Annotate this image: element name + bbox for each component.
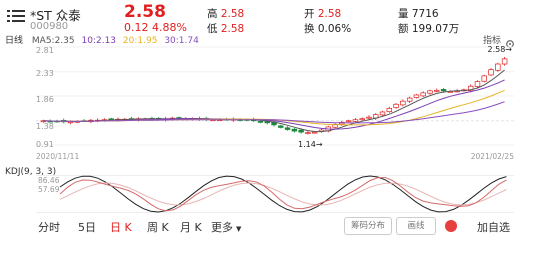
date-start: 2020/11/11 [36,152,79,161]
open-value: 2.58 [317,8,342,20]
tab-monthly-k[interactable]: 月 K [180,219,202,235]
candle-body [474,81,481,87]
y-tick-233: 2.33 [36,69,54,78]
tab-weekly-k[interactable]: 周 K [147,219,169,235]
candle-body [434,89,440,92]
tab-intraday[interactable]: 分时 [38,219,60,235]
chip-distribution-button[interactable]: 筹码分布 [344,217,392,235]
candle-body [345,120,352,123]
candle-body [440,89,447,92]
high-label: 高 [207,8,218,20]
candle-body [67,121,74,124]
turnover-value: 0.06% [317,23,352,35]
candle-body [488,69,494,76]
amount-value: 199.07万 [411,23,460,35]
candle-body [406,97,413,102]
candle-body [278,125,284,128]
candle-body [311,131,318,134]
candle-body [393,103,399,108]
current-price: 2.58 [124,2,166,22]
y-tick-091: 0.91 [36,140,54,149]
kdj-tick-mid: 57.69 [38,185,60,194]
candle-body [386,108,393,113]
tab-daily-k[interactable]: 日 K [110,219,132,235]
kdj-j-line [59,177,507,212]
draw-line-button[interactable]: 画线 [396,217,436,235]
candle-body [359,118,365,121]
amount-label: 额 [398,23,409,35]
candle-body [305,132,311,134]
candle-body [495,63,501,71]
open-label: 开 [304,8,315,20]
candle-body [413,94,420,98]
turnover-label: 换 [304,23,315,35]
tab-more-label: 更多 [211,221,233,234]
candle-body [257,121,264,123]
candle-body [352,119,359,122]
min-marker: 1.14→ [298,140,323,149]
candle-body [427,90,433,94]
y-tick-281: 2.81 [36,46,54,55]
list-icon[interactable] [7,8,25,22]
candle-body [481,75,487,82]
candle-body [400,100,406,106]
candle-body [291,128,298,132]
caret-down-icon: ▼ [236,225,242,233]
candle-body [379,111,386,116]
candle-body [420,92,426,97]
candle-body [284,127,291,130]
kdj-tick-high: 86.46 [38,176,60,185]
candle-body [366,116,372,119]
kdj-chart[interactable]: 86.46 57.69 [0,175,550,213]
max-marker: 2.58→ [487,45,512,54]
high-value: 2.58 [220,8,245,20]
candle-body [501,58,508,65]
add-watchlist-button[interactable]: 加自选 [477,219,510,235]
low-value: 2.58 [220,23,245,35]
y-tick-186: 1.86 [36,95,54,104]
stock-code: 000980 [30,21,69,32]
candle-body [264,121,270,124]
date-end: 2021/02/25 [471,152,514,161]
low-label: 低 [207,23,218,35]
record-dot-icon[interactable] [445,220,457,232]
volume-label: 量 [398,8,409,20]
kline-chart[interactable]: 2.81 2.33 1.86 1.38 0.91 2020/11/11 2021… [0,43,550,165]
tab-more[interactable]: 更多 ▼ [211,219,241,235]
candle-body [298,129,304,133]
volume-value: 7716 [411,8,439,20]
y-tick-138: 1.38 [36,122,54,131]
tab-5day[interactable]: 5日 [78,219,96,235]
